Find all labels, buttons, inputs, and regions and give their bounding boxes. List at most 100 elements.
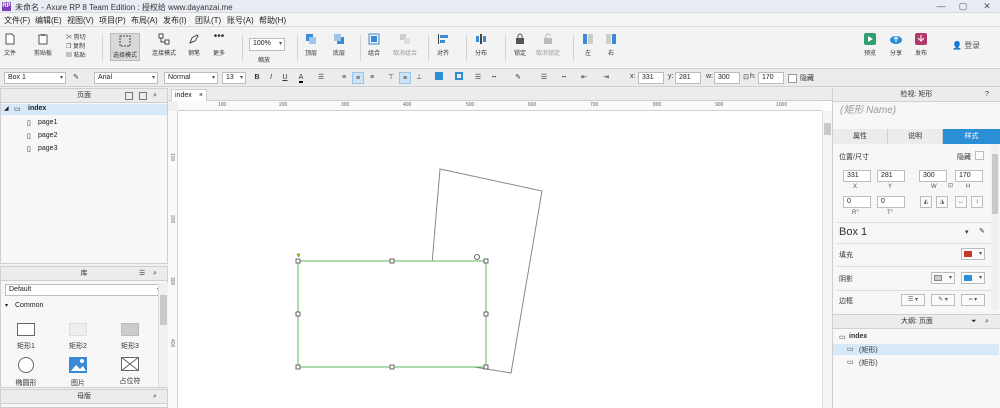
- valign-bottom-icon[interactable]: ⊥: [413, 72, 425, 84]
- fill-color-picker[interactable]: ▾: [961, 248, 985, 260]
- scroll-thumb[interactable]: [824, 123, 831, 135]
- align-right-button[interactable]: 右: [605, 33, 617, 57]
- font-family-select[interactable]: Arial ▾: [94, 72, 158, 84]
- border-color-icon[interactable]: [453, 72, 465, 84]
- lock-aspect-icon[interactable]: ⊡: [948, 182, 953, 189]
- widget-ellipse[interactable]: 椭圆形: [6, 357, 46, 388]
- inspector-scrollbar[interactable]: [991, 144, 999, 310]
- line-pattern-icon[interactable]: ┅: [558, 72, 570, 84]
- outline-row-selected[interactable]: [833, 344, 999, 355]
- menu-project[interactable]: 项目(P): [99, 15, 126, 26]
- font-size-select[interactable]: 13 ▾: [222, 72, 246, 84]
- widget-rectangle3[interactable]: 矩形3: [110, 323, 150, 351]
- underline-button[interactable]: U: [279, 72, 291, 84]
- search-icon[interactable]: ⌕: [153, 89, 157, 103]
- edit-style-icon[interactable]: ✎: [979, 227, 985, 235]
- inner-shadow-picker[interactable]: ▾: [961, 272, 985, 284]
- zoom-select[interactable]: 100% ▾: [249, 38, 285, 51]
- library-scrollbar[interactable]: [158, 283, 168, 387]
- hidden-checkbox[interactable]: [788, 74, 797, 83]
- w-input[interactable]: 300: [714, 72, 740, 84]
- menu-account[interactable]: 账号(A): [227, 15, 254, 26]
- flip-vertical-icon[interactable]: ◮: [936, 196, 948, 208]
- border-style-icon[interactable]: ┅: [488, 72, 500, 84]
- scroll-thumb[interactable]: [160, 295, 167, 325]
- menu-edit[interactable]: 编辑(E): [35, 15, 62, 26]
- filter-icon[interactable]: ⏷: [971, 315, 977, 329]
- distribute-button[interactable]: 分布: [475, 33, 487, 57]
- pen-button[interactable]: 钢笔: [188, 33, 200, 57]
- x-input[interactable]: 331: [638, 72, 664, 84]
- clipboard-button[interactable]: 剪贴板: [34, 33, 52, 57]
- italic-button[interactable]: I: [265, 72, 277, 84]
- menu-team[interactable]: 团队(T): [195, 15, 221, 26]
- style-edit-icon[interactable]: ✎: [70, 72, 82, 84]
- bold-button[interactable]: B: [251, 72, 263, 84]
- group-button[interactable]: 组合: [368, 33, 380, 57]
- outline-item-rectangle-2[interactable]: (矩形): [859, 358, 878, 368]
- font-color-icon[interactable]: A: [295, 72, 307, 84]
- y-input[interactable]: 281: [675, 72, 701, 84]
- align-left-button[interactable]: 左: [582, 33, 594, 57]
- style-select[interactable]: Box 1 ▾: [4, 72, 66, 84]
- menu-view[interactable]: 视图(V): [67, 15, 94, 26]
- flip-horizontal-icon[interactable]: ◭: [920, 196, 932, 208]
- widget-rectangle2[interactable]: 矩形2: [58, 323, 98, 351]
- page-item-page3[interactable]: page3: [38, 145, 57, 152]
- x-input[interactable]: 331: [843, 170, 871, 182]
- align-text-right-icon[interactable]: ≡: [366, 72, 378, 84]
- border-pen-picker[interactable]: ✎ ▾: [931, 294, 955, 306]
- add-page-icon[interactable]: [125, 92, 133, 100]
- fill-color-icon[interactable]: [433, 72, 445, 84]
- align-text-left-icon[interactable]: ≡: [338, 72, 350, 84]
- copy-button[interactable]: ❐ 复制: [66, 41, 85, 50]
- close-button[interactable]: ✕: [976, 0, 998, 12]
- font-weight-select[interactable]: Normal ▾: [164, 72, 218, 84]
- unlock-button[interactable]: 取消锁定: [536, 33, 560, 57]
- preview-button[interactable]: 预览: [864, 33, 876, 57]
- h-input[interactable]: 170: [955, 170, 983, 182]
- border-width-picker[interactable]: ☰ ▾: [901, 294, 925, 306]
- w-input[interactable]: 300: [919, 170, 947, 182]
- menu-icon[interactable]: ☰: [139, 267, 145, 281]
- align-text-center-icon[interactable]: ≡: [352, 72, 364, 84]
- cut-button[interactable]: ✂ 剪切: [66, 32, 86, 41]
- canvas-drawing[interactable]: [178, 111, 822, 408]
- menu-layout[interactable]: 布局(A): [131, 15, 158, 26]
- page-row-index[interactable]: [1, 104, 167, 115]
- send-to-bottom-button[interactable]: 底层: [333, 33, 345, 57]
- file-button[interactable]: 文件: [4, 33, 16, 57]
- valign-top-icon[interactable]: ⊤: [385, 72, 397, 84]
- page-item-page2[interactable]: page2: [38, 132, 57, 139]
- add-folder-icon[interactable]: [139, 92, 147, 100]
- style-marker-icon[interactable]: [296, 253, 301, 258]
- search-icon[interactable]: ⌕: [985, 315, 989, 329]
- y-input[interactable]: 281: [877, 170, 905, 182]
- widget-name-input[interactable]: (矩形 Name): [837, 106, 995, 124]
- arrow-end-icon[interactable]: ⇥: [600, 72, 612, 84]
- share-button[interactable]: 分享: [890, 33, 902, 57]
- fit-width-icon[interactable]: ↔: [955, 196, 967, 208]
- hidden-checkbox[interactable]: [975, 151, 984, 160]
- border-width-icon[interactable]: ☰: [472, 72, 484, 84]
- lock-button[interactable]: 锁定: [514, 33, 526, 57]
- minimize-button[interactable]: —: [930, 0, 952, 12]
- ungroup-button[interactable]: 取消组合: [393, 33, 417, 57]
- maximize-button[interactable]: ▢: [952, 0, 974, 12]
- border-style-picker[interactable]: ┅ ▾: [961, 294, 985, 306]
- line-width-icon[interactable]: ☰: [538, 72, 550, 84]
- scroll-thumb[interactable]: [992, 154, 998, 214]
- text-rotation-input[interactable]: 0: [877, 196, 905, 208]
- selected-rectangle[interactable]: [297, 260, 487, 368]
- select-mode-button[interactable]: 选择模式: [110, 33, 141, 61]
- arrow-start-icon[interactable]: ⇤: [578, 72, 590, 84]
- widget-rectangle1[interactable]: 矩形1: [6, 323, 46, 351]
- align-button[interactable]: 对齐: [437, 33, 449, 57]
- widget-placeholder[interactable]: 占位符: [110, 357, 150, 386]
- login-button[interactable]: 👤 登录: [952, 40, 980, 51]
- menu-publish[interactable]: 发布(I): [163, 15, 187, 26]
- paste-button[interactable]: ▤ 粘贴: [66, 50, 86, 59]
- rotate-handle[interactable]: [474, 254, 480, 260]
- bring-to-top-button[interactable]: 顶层: [305, 33, 317, 57]
- caret-down-icon[interactable]: ◢: [4, 105, 9, 112]
